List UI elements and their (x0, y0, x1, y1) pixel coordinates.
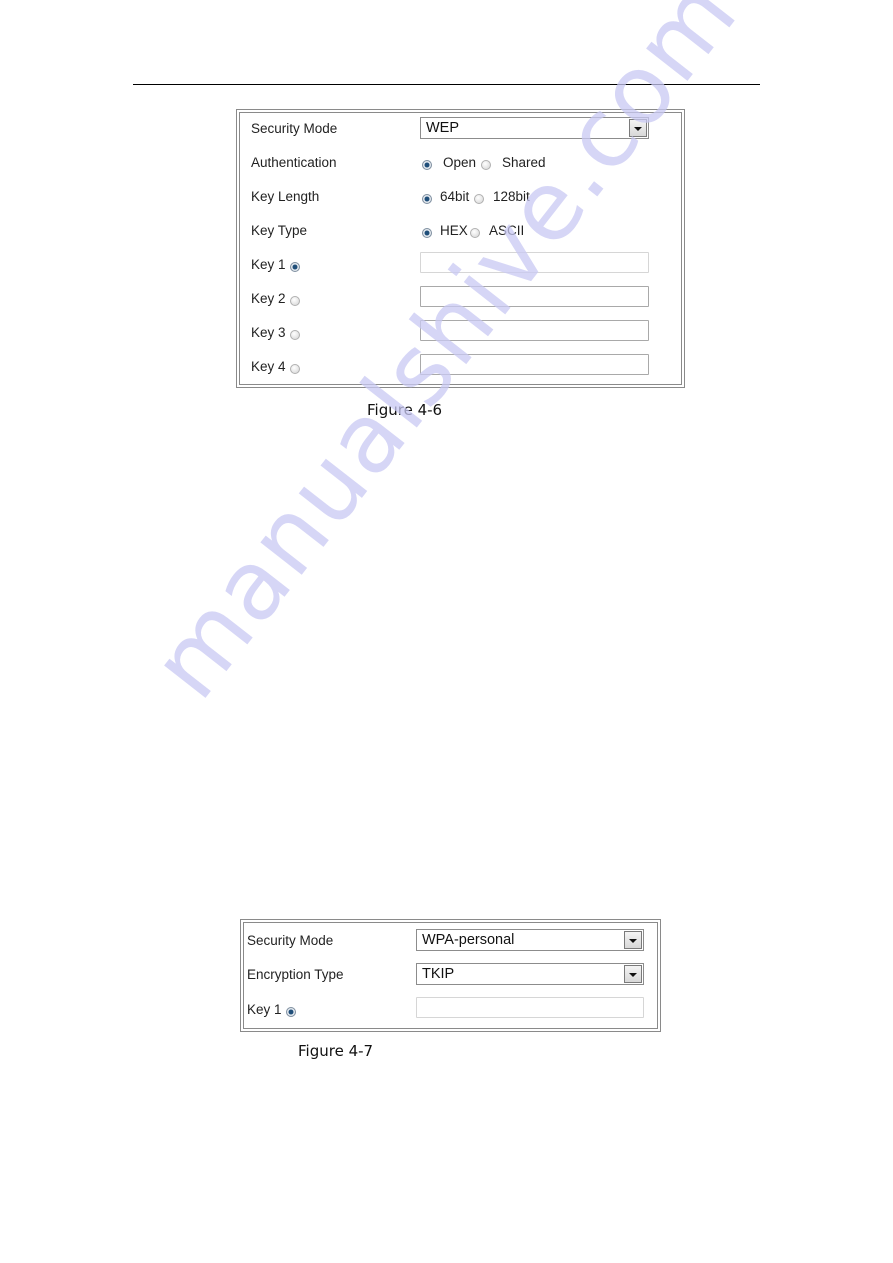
encryption-type-label: Encryption Type (247, 967, 344, 982)
security-mode-value: WPA-personal (422, 932, 515, 948)
key-type-ascii-label: ASCII (489, 223, 525, 238)
page-header-rule (133, 84, 760, 85)
encryption-type-select[interactable]: TKIP (416, 963, 644, 985)
key-1-input[interactable] (416, 997, 644, 1018)
key-type-label: Key Type (251, 223, 308, 238)
figure-4-6-caption: Figure 4-6 (367, 401, 443, 419)
key-type-ascii-radio[interactable] (470, 228, 480, 238)
authentication-label: Authentication (251, 155, 337, 170)
chevron-down-icon[interactable] (624, 931, 642, 949)
security-mode-value: WEP (426, 120, 460, 136)
key-2-label: Key 2 (251, 291, 286, 306)
key-4-input[interactable] (420, 354, 649, 375)
authentication-shared-radio[interactable] (481, 160, 491, 170)
key-1-radio[interactable] (290, 262, 300, 272)
key-3-radio[interactable] (290, 330, 300, 340)
wep-settings-panel: Security Mode WEP Authentication Open Sh… (236, 109, 685, 388)
panel-inner-border (239, 112, 682, 385)
security-mode-select[interactable]: WEP (420, 117, 649, 139)
authentication-open-radio[interactable] (422, 160, 432, 170)
authentication-open-label: Open (443, 155, 477, 170)
key-type-hex-label: HEX (440, 223, 468, 238)
key-1-label: Key 1 (247, 1002, 282, 1017)
security-mode-label: Security Mode (247, 933, 334, 948)
key-1-radio[interactable] (286, 1007, 296, 1017)
chevron-down-icon[interactable] (629, 119, 647, 137)
key-length-64bit-label: 64bit (440, 189, 470, 204)
security-mode-select[interactable]: WPA-personal (416, 929, 644, 951)
chevron-down-icon[interactable] (624, 965, 642, 983)
key-3-input[interactable] (420, 320, 649, 341)
key-length-label: Key Length (251, 189, 320, 204)
key-1-label: Key 1 (251, 257, 286, 272)
key-4-radio[interactable] (290, 364, 300, 374)
key-2-input[interactable] (420, 286, 649, 307)
key-length-128bit-radio[interactable] (474, 194, 484, 204)
key-type-hex-radio[interactable] (422, 228, 432, 238)
key-length-128bit-label: 128bit (493, 189, 530, 204)
authentication-shared-label: Shared (502, 155, 546, 170)
figure-4-7-caption: Figure 4-7 (298, 1042, 374, 1060)
key-4-label: Key 4 (251, 359, 286, 374)
key-3-label: Key 3 (251, 325, 286, 340)
wpa-settings-panel: Security Mode WPA-personal Encryption Ty… (240, 919, 661, 1032)
encryption-type-value: TKIP (422, 966, 455, 982)
key-2-radio[interactable] (290, 296, 300, 306)
key-1-input[interactable] (420, 252, 649, 273)
key-length-64bit-radio[interactable] (422, 194, 432, 204)
security-mode-label: Security Mode (251, 121, 338, 136)
